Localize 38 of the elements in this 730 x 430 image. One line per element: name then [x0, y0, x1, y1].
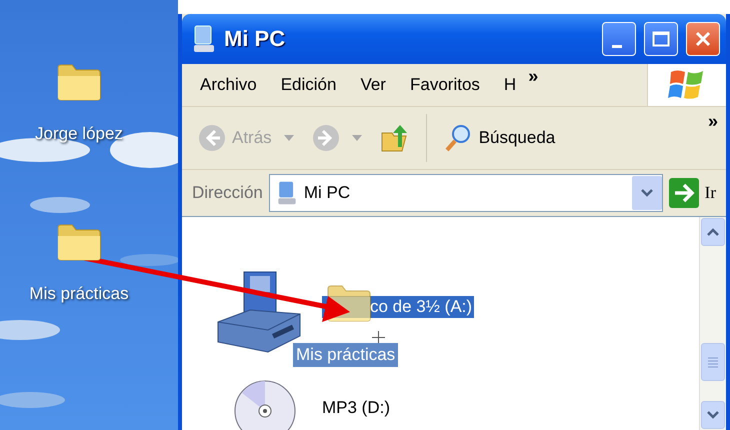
close-button[interactable] [686, 22, 720, 56]
folder-icon [56, 222, 102, 262]
dropdown-button[interactable] [632, 176, 662, 210]
maximize-button[interactable] [644, 22, 678, 56]
computer-icon [192, 24, 216, 54]
dropdown-arrow-icon [284, 135, 294, 141]
windows-flag-icon [668, 68, 706, 102]
dropdown-arrow-icon [352, 135, 362, 141]
grip-icon [707, 356, 719, 368]
address-label: Dirección [192, 183, 263, 203]
folder-icon [56, 62, 102, 102]
move-cursor-icon [372, 331, 385, 344]
search-button[interactable]: Búsqueda [438, 121, 560, 155]
close-icon [694, 30, 712, 48]
scrollbar[interactable] [699, 217, 726, 430]
chevron-down-icon [640, 188, 654, 198]
go-button[interactable]: Ir [668, 178, 726, 208]
address-value: Mi PC [304, 183, 352, 203]
chevron-up-icon [706, 227, 720, 237]
up-folder-icon [380, 123, 410, 153]
menu-item[interactable]: Favoritos [398, 75, 492, 95]
minimize-icon [612, 44, 622, 48]
chevron-down-icon [706, 410, 720, 420]
search-icon [442, 123, 473, 153]
computer-icon [276, 180, 298, 206]
maximize-icon [652, 31, 670, 47]
toolbar-overflow-button[interactable]: » [708, 111, 718, 132]
address-field[interactable]: Mi PC [268, 174, 663, 212]
minimize-button[interactable] [602, 22, 636, 56]
drive-label[interactable]: MP3 (D:) [320, 397, 392, 419]
menu-item[interactable]: Archivo [188, 75, 269, 95]
menu-item[interactable]: Edición [268, 75, 348, 95]
window-title: Mi PC [224, 26, 286, 52]
menu-item[interactable]: H [492, 75, 528, 95]
dragged-folder-label: Mis prácticas [293, 343, 398, 367]
menu-overflow-button[interactable]: » [528, 66, 538, 87]
folder-label[interactable]: Jorge lópez [35, 124, 123, 144]
menu-item[interactable]: Ver [348, 75, 398, 95]
